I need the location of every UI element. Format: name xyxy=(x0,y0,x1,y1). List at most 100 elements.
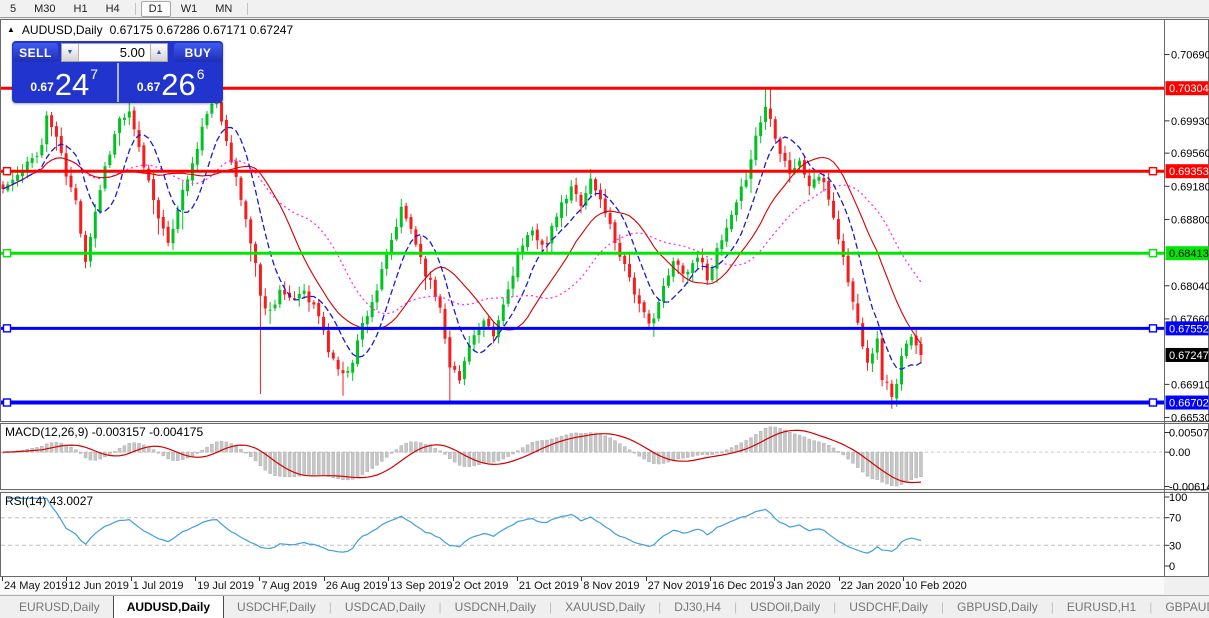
date-label: 16 Dec 2019 xyxy=(712,580,774,592)
tab-eurusd-daily[interactable]: EURUSD,Daily xyxy=(6,596,113,618)
sell-price-base: 0.67 xyxy=(30,80,53,94)
buy-price-base: 0.67 xyxy=(137,80,160,94)
date-label: 19 Jul 2019 xyxy=(197,580,254,592)
lot-size-input[interactable]: 5.00 xyxy=(78,44,151,61)
sell-price-pip: 7 xyxy=(90,66,98,82)
svg-text:0.68413: 0.68413 xyxy=(1169,248,1209,260)
svg-text:0.66702: 0.66702 xyxy=(1169,398,1209,410)
tab-eurusd-h1[interactable]: EURUSD,H1 xyxy=(1054,596,1149,618)
tab-dj30-h4[interactable]: DJ30,H4 xyxy=(661,596,734,618)
trade-panel-top-row: SELL ▼ 5.00 ▲ BUY xyxy=(12,41,223,63)
svg-text:0.66910: 0.66910 xyxy=(1171,379,1209,391)
timeframe-button-h1[interactable]: H1 xyxy=(66,1,96,17)
date-tick xyxy=(839,577,840,581)
timeframe-button-mn[interactable]: MN xyxy=(207,1,240,17)
timeframe-button-h4[interactable]: H4 xyxy=(98,1,128,17)
buy-price-pip: 6 xyxy=(197,66,205,82)
macd-indicator-label: MACD(12,26,9) -0.003157 -0.004175 xyxy=(5,425,203,439)
one-click-trade-panel: SELL ▼ 5.00 ▲ BUY 0.67 24 7 0.67 26 6 xyxy=(12,41,223,103)
hline-handle[interactable] xyxy=(4,399,11,406)
date-label: 3 Jan 2020 xyxy=(776,580,830,592)
svg-text:30: 30 xyxy=(1169,540,1181,552)
svg-text:0.70304: 0.70304 xyxy=(1169,83,1209,95)
date-label: 10 Feb 2020 xyxy=(905,580,967,592)
toolbar-separator xyxy=(135,3,136,15)
tab-usdchf-daily[interactable]: USDCHF,Daily xyxy=(224,596,329,618)
one-click-toggle-icon[interactable]: ▲ xyxy=(7,26,15,34)
svg-text:0.70690: 0.70690 xyxy=(1171,50,1209,62)
sell-price-box[interactable]: 0.67 24 7 xyxy=(12,63,117,102)
date-label: 12 Jun 2019 xyxy=(68,580,129,592)
timeframe-button-d1[interactable]: D1 xyxy=(141,1,171,17)
timeframe-button-w1[interactable]: W1 xyxy=(173,1,206,17)
date-label: 2 Oct 2019 xyxy=(455,580,509,592)
date-tick xyxy=(774,577,775,581)
hline-handle[interactable] xyxy=(1150,399,1157,406)
tab-xauusd-daily[interactable]: XAUUSD,Daily xyxy=(552,596,658,618)
date-tick xyxy=(903,577,904,581)
svg-text:0.00: 0.00 xyxy=(1169,447,1190,459)
tab-gbpusd-daily[interactable]: GBPUSD,Daily xyxy=(944,596,1051,618)
trade-panel-price-row: 0.67 24 7 0.67 26 6 xyxy=(12,63,223,102)
lot-increase-button[interactable]: ▲ xyxy=(151,44,167,61)
date-label: 13 Sep 2019 xyxy=(390,580,452,592)
svg-text:0: 0 xyxy=(1169,561,1175,573)
hline-handle[interactable] xyxy=(4,168,11,175)
sell-button[interactable]: SELL xyxy=(13,43,58,62)
svg-text:0.66530: 0.66530 xyxy=(1171,413,1209,425)
svg-text:0.69353: 0.69353 xyxy=(1169,166,1209,178)
lot-size-spinner: ▼ 5.00 ▲ xyxy=(61,43,168,62)
tab-usdchf-daily[interactable]: USDCHF,Daily xyxy=(836,596,941,618)
date-tick xyxy=(517,577,518,581)
timeframe-button-5[interactable]: 5 xyxy=(2,1,24,17)
date-label: 27 Nov 2019 xyxy=(648,580,710,592)
lot-decrease-button[interactable]: ▼ xyxy=(62,44,78,61)
svg-text:100: 100 xyxy=(1169,492,1187,504)
tab-gbpaud-h1[interactable]: GBPAUD,H1 xyxy=(1152,596,1209,618)
date-scale[interactable]: 24 May 201912 Jun 2019 1 Jul 2019 19 Jul 2… xyxy=(0,577,1164,594)
svg-text:0.69560: 0.69560 xyxy=(1171,148,1209,160)
toolbar-separator xyxy=(247,3,248,15)
date-label: 7 Aug 2019 xyxy=(261,580,317,592)
hline-handle[interactable] xyxy=(4,250,11,257)
tab-usdcad-daily[interactable]: USDCAD,Daily xyxy=(332,596,439,618)
date-label: 1 Jul 2019 xyxy=(133,580,184,592)
svg-text:0.68800: 0.68800 xyxy=(1171,214,1209,226)
date-label: 21 Oct 2019 xyxy=(519,580,579,592)
svg-text:0.67552: 0.67552 xyxy=(1169,323,1209,335)
date-label: 24 May 2019 xyxy=(4,580,68,592)
timeframe-button-m30[interactable]: M30 xyxy=(26,1,63,17)
tab-usdoil-daily[interactable]: USDOil,Daily xyxy=(737,596,833,618)
buy-price-box[interactable]: 0.67 26 6 xyxy=(117,63,224,102)
date-label: 22 Jan 2020 xyxy=(841,580,902,592)
svg-text:0.68040: 0.68040 xyxy=(1171,281,1209,293)
date-label: 8 Nov 2019 xyxy=(583,580,639,592)
date-label: 26 Aug 2019 xyxy=(326,580,388,592)
date-tick xyxy=(453,577,454,581)
svg-text:0.005076: 0.005076 xyxy=(1169,428,1209,440)
date-tick xyxy=(2,577,3,581)
date-tick xyxy=(131,577,132,581)
date-tick xyxy=(66,577,67,581)
rsi-pane[interactable] xyxy=(1,493,1209,577)
hline-handle[interactable] xyxy=(1150,325,1157,332)
buy-button[interactable]: BUY xyxy=(174,43,222,62)
hline-handle[interactable] xyxy=(1150,168,1157,175)
svg-text:0.69930: 0.69930 xyxy=(1171,116,1209,128)
svg-text:0.69180: 0.69180 xyxy=(1171,181,1209,193)
svg-text:0.67247: 0.67247 xyxy=(1169,350,1209,362)
terminal-window: 5M30H1H4 D1W1MN 0.70690 0.69930 0.69560 0.69… xyxy=(0,0,1209,618)
buy-price-big: 26 xyxy=(161,69,195,100)
date-tick xyxy=(195,577,196,581)
date-tick xyxy=(646,577,647,581)
date-tick xyxy=(259,577,260,581)
hline-handle[interactable] xyxy=(1150,250,1157,257)
hline-handle[interactable] xyxy=(4,325,11,332)
tab-audusd-daily[interactable]: AUDUSD,Daily xyxy=(113,596,224,618)
timeframe-toolbar: 5M30H1H4 D1W1MN xyxy=(0,0,1209,18)
chart-ohlc-values: 0.67175 0.67286 0.67171 0.67247 xyxy=(110,23,294,37)
chart-symbol-label: AUDUSD,Daily xyxy=(22,23,103,37)
date-tick xyxy=(581,577,582,581)
tab-usdcnh-daily[interactable]: USDCNH,Daily xyxy=(442,596,549,618)
date-tick xyxy=(388,577,389,581)
